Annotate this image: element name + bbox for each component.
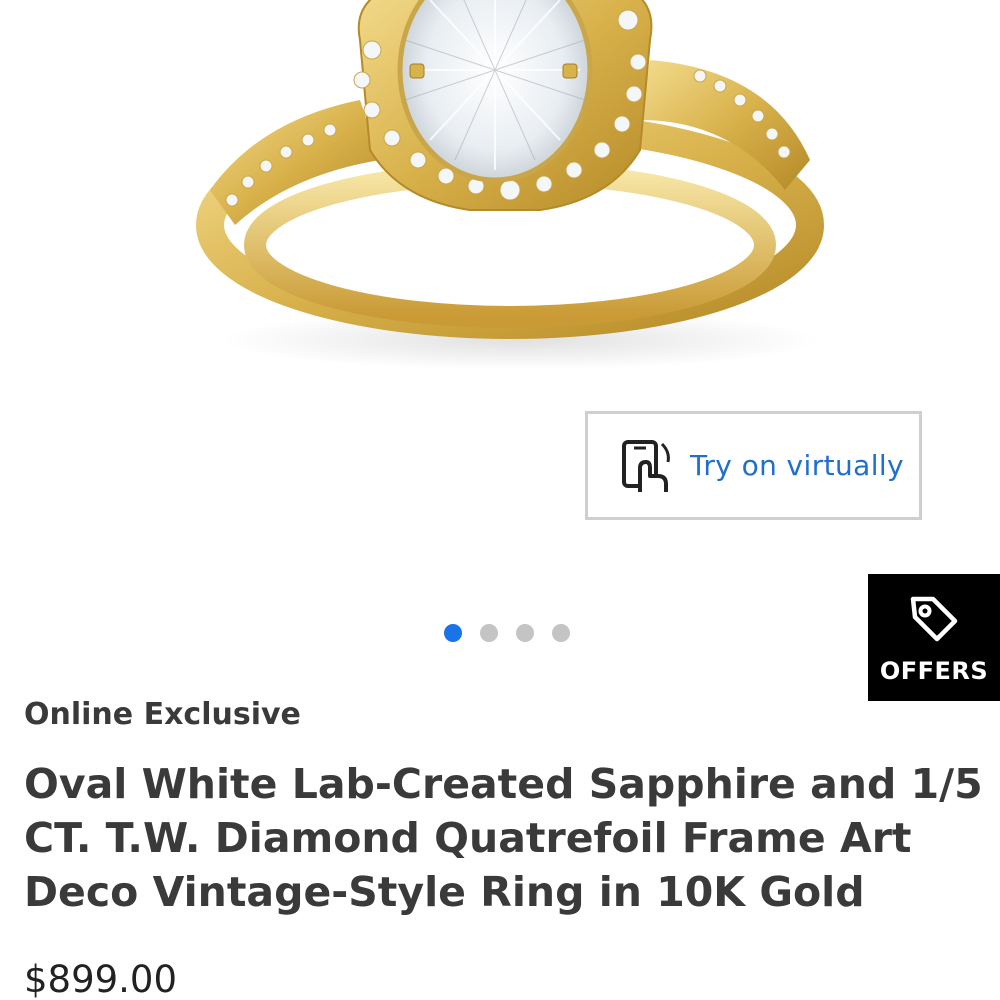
try-on-virtually-label: Try on virtually xyxy=(690,449,905,482)
product-page: Try on virtually OFFERS Online Exclusive… xyxy=(0,0,1000,1000)
ring-illustration xyxy=(196,0,824,370)
carousel-dot-2[interactable] xyxy=(480,624,498,642)
carousel-dot-4[interactable] xyxy=(552,624,570,642)
try-on-virtually-button[interactable]: Try on virtually xyxy=(585,411,922,520)
carousel-dot-3[interactable] xyxy=(516,624,534,642)
product-title: Oval White Lab-Created Sapphire and 1/5 … xyxy=(24,760,983,916)
product-price: $899.00 xyxy=(24,958,178,1000)
phone-hand-icon xyxy=(616,436,674,496)
carousel-dot-1[interactable] xyxy=(444,624,462,642)
product-image[interactable] xyxy=(0,0,1000,400)
offers-button[interactable]: OFFERS xyxy=(868,574,1000,701)
image-carousel-dots xyxy=(444,624,570,642)
online-exclusive-badge: Online Exclusive xyxy=(24,697,301,732)
offers-label: OFFERS xyxy=(879,656,989,685)
tag-icon xyxy=(907,591,961,645)
